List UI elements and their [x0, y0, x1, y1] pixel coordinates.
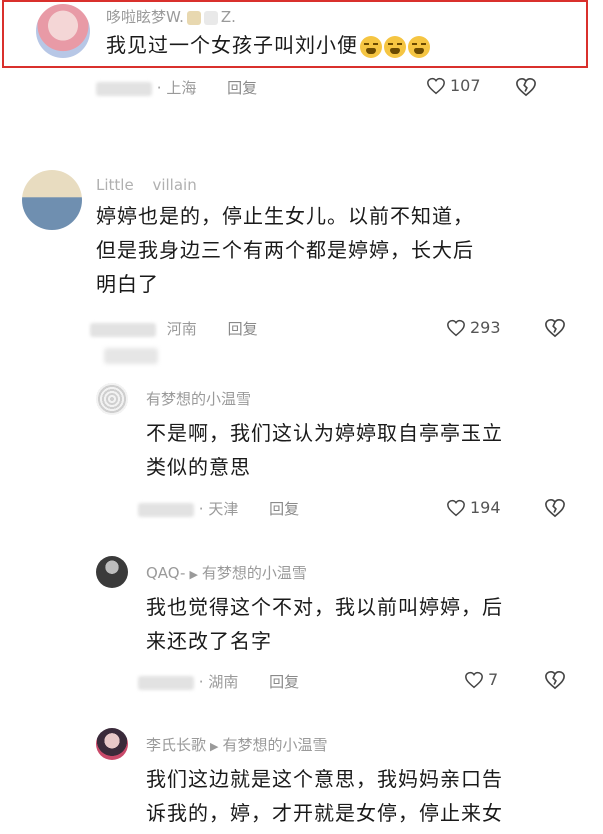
avatar[interactable] [96, 556, 128, 588]
comment-meta: · 湖南 回复 [138, 671, 299, 692]
comment-location: 天津 [208, 500, 239, 518]
comment-text: 我们这边就是这个意思，我妈妈亲口告 诉我的，婷，才开就是女停，停止来女 [146, 767, 503, 825]
comment-meta: · 天津 回复 [138, 498, 299, 519]
comment-username[interactable]: Little villain [96, 176, 197, 194]
avatar[interactable] [96, 383, 128, 415]
heart-icon [465, 671, 483, 688]
comment-username[interactable]: QAQ- ▶ 有梦想的小温雪 [146, 562, 307, 583]
avatar[interactable] [22, 170, 82, 230]
blurred-date [138, 675, 194, 690]
reply-button[interactable]: 回复 [227, 79, 257, 97]
comment-meta: · 上海 回复 [96, 77, 257, 98]
heart-icon [447, 319, 465, 336]
like-count: 107 [450, 76, 481, 95]
comment-username[interactable]: 有梦想的小温雪 [146, 388, 251, 409]
heart-icon [427, 77, 445, 94]
blurred-date [96, 81, 152, 96]
crying-emoji-icon [384, 35, 406, 58]
reply-to-username[interactable]: 有梦想的小温雪 [202, 564, 307, 582]
reply-button[interactable]: 回复 [269, 500, 299, 518]
heart-icon [447, 499, 465, 516]
avatar[interactable] [96, 728, 128, 760]
like-count: 7 [488, 670, 499, 689]
comment-username[interactable]: 李氏长歌 ▶ 有梦想的小温雪 [146, 734, 328, 755]
broken-heart-icon[interactable] [515, 77, 537, 97]
comment-text: 不是啊，我们这认为婷婷取自亭亭玉立 类似的意思 [146, 421, 503, 479]
blurred-date [138, 502, 194, 517]
like-button[interactable]: 293 [446, 318, 501, 337]
comment-text: 婷婷也是的，停止生女儿。以前不知道， 但是我身边三个有两个都是婷婷，长大后 明白… [96, 204, 474, 296]
broken-heart-icon[interactable] [544, 318, 566, 338]
comment-username[interactable]: 哆啦眩梦W. Z. [106, 6, 236, 27]
like-button[interactable]: 7 [464, 670, 498, 689]
like-count: 293 [470, 318, 501, 337]
comment-location: 湖南 [208, 673, 239, 691]
reply-arrow-icon: ▶ [210, 740, 219, 753]
like-count: 194 [470, 498, 501, 517]
comment-text: 我见过一个女孩子叫刘小便 [106, 28, 430, 62]
crying-emoji-icon [360, 35, 382, 58]
like-button[interactable]: 194 [446, 498, 501, 517]
comment-text: 我也觉得这个不对，我以前叫婷婷，后 来还改了名字 [146, 595, 503, 653]
broken-heart-icon[interactable] [544, 670, 566, 690]
comment-location: 上海 [166, 79, 197, 97]
blurred-date [90, 322, 156, 337]
broken-heart-icon[interactable] [544, 498, 566, 518]
reply-button[interactable]: 回复 [269, 673, 299, 691]
avatar[interactable] [36, 4, 90, 58]
like-button[interactable]: 107 [426, 76, 481, 95]
reply-arrow-icon: ▶ [189, 568, 198, 581]
comment-meta: 河南 回复 [90, 318, 258, 339]
blurred-area [104, 348, 158, 364]
crying-emoji-icon [408, 35, 430, 58]
reply-to-username[interactable]: 有梦想的小温雪 [222, 736, 327, 754]
reply-button[interactable]: 回复 [228, 320, 258, 338]
comment-location: 河南 [166, 320, 197, 338]
